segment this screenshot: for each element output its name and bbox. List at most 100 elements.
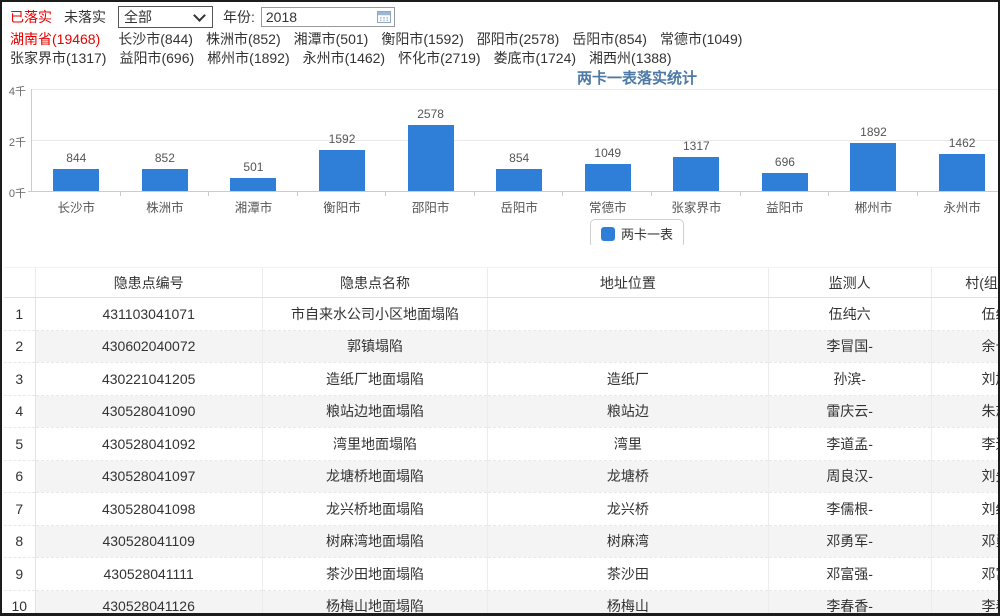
table-cell: 430528041098 (35, 493, 262, 526)
legend-label: 两卡一表 (621, 224, 673, 243)
filter-select-value: 全部 (124, 7, 152, 27)
table-cell: 李儒根- (768, 493, 931, 526)
x-axis-category-label: 衡阳市 (298, 191, 387, 213)
year-input[interactable]: 2018 (261, 7, 395, 27)
column-header: 村(组)负责人 (931, 268, 998, 298)
x-axis-category-label: 株洲市 (121, 191, 210, 213)
table-cell (488, 298, 768, 331)
x-axis-labels: 长沙市株洲市湘潭市衡阳市邵阳市岳阳市常德市张家界市益阳市郴州市永州市怀化市娄底市… (32, 191, 998, 213)
table-row: 8430528041109树麻湾地面塌陷树麻湾邓勇军-邓勇军- (4, 525, 998, 558)
table-cell: 李道孟- (931, 428, 998, 461)
bar-cell: 1892 (829, 89, 918, 191)
x-axis-category-label: 岳阳市 (475, 191, 564, 213)
table-cell: 树麻湾 (488, 525, 768, 558)
tab-implemented[interactable]: 已落实 (10, 7, 52, 27)
column-header (4, 268, 35, 298)
filter-select[interactable]: 全部 (118, 6, 213, 28)
table-cell: 李道孟- (768, 428, 931, 461)
bar-value-label: 852 (121, 151, 210, 165)
region-link[interactable]: 邵阳市(2578) (477, 29, 559, 49)
table-cell: 市自来水公司小区地面塌陷 (262, 298, 487, 331)
bar-cell: 854 (475, 89, 564, 191)
toolbar: 已落实 未落实 全部 年份: 2018 (10, 5, 998, 29)
table-cell: 430528041109 (35, 525, 262, 558)
region-link[interactable]: 娄底市(1724) (494, 48, 576, 68)
table-row: 3430221041205造纸厂地面塌陷造纸厂孙滨-刘旭花- (4, 363, 998, 396)
bar (53, 169, 99, 191)
chevron-down-icon (193, 9, 206, 22)
table-cell: 孙滨- (768, 363, 931, 396)
row-number: 2 (4, 330, 35, 363)
legend-area: 两卡一表 (2, 219, 998, 245)
region-link[interactable]: 湘西州(1388) (589, 48, 671, 68)
table-cell: 郭镇塌陷 (262, 330, 487, 363)
table-cell: 龙兴桥 (488, 493, 768, 526)
row-number: 10 (4, 590, 35, 616)
table-cell: 430528041092 (35, 428, 262, 461)
bar (850, 143, 896, 191)
bar-value-label: 844 (32, 151, 121, 165)
calendar-icon[interactable] (377, 10, 391, 24)
region-link[interactable]: 郴州市(1892) (207, 48, 289, 68)
y-axis-tick-label: 0千 (2, 185, 26, 201)
table-cell: 余长斌- (931, 330, 998, 363)
table-row: 1431103041071市自来水公司小区地面塌陷伍纯六伍纯六- (4, 298, 998, 331)
table-cell: 邓富强- (931, 558, 998, 591)
table-cell: 杨梅山 (488, 590, 768, 616)
table-cell: 李春香- (768, 590, 931, 616)
bar-cell: 844 (32, 89, 121, 191)
table-cell: 430602040072 (35, 330, 262, 363)
table-cell: 刘先柱- (931, 460, 998, 493)
region-link-province[interactable]: 湖南省(19468) (10, 29, 100, 49)
table-cell: 李冒国- (768, 330, 931, 363)
table-cell: 430528041090 (35, 395, 262, 428)
table-row: 6430528041097龙塘桥地面塌陷龙塘桥周良汉-刘先柱- (4, 460, 998, 493)
bar (408, 125, 454, 191)
table-cell: 430528041126 (35, 590, 262, 616)
x-axis-category-label: 永州市 (918, 191, 998, 213)
bar-cell: 1317 (652, 89, 741, 191)
table-cell: 邓富强- (768, 558, 931, 591)
chart-bars: 8448525011592257885410491317696189214622… (32, 89, 998, 191)
x-axis-category-label: 长沙市 (32, 191, 121, 213)
tab-not-implemented[interactable]: 未落实 (64, 7, 106, 27)
region-link[interactable]: 长沙市(844) (118, 29, 193, 49)
column-header: 地址位置 (488, 268, 768, 298)
bar (319, 150, 365, 191)
bar-value-label: 696 (741, 155, 830, 169)
table-cell: 粮站边 (488, 395, 768, 428)
table-row: 9430528041111茶沙田地面塌陷茶沙田邓富强-邓富强- (4, 558, 998, 591)
table-cell: 树麻湾地面塌陷 (262, 525, 487, 558)
y-axis-tick-label: 2千 (2, 134, 26, 150)
bar-value-label: 1049 (563, 146, 652, 160)
x-axis-category-label: 常德市 (563, 191, 652, 213)
region-link[interactable]: 衡阳市(1592) (381, 29, 463, 49)
bar-cell: 852 (121, 89, 210, 191)
table-cell (488, 330, 768, 363)
bar (585, 164, 631, 191)
region-links-row2: 张家界市(1317) 益阳市(696) 郴州市(1892) 永州市(1462) 怀化市(… (10, 48, 998, 67)
chart-plot: 4千2千0千 844852501159225788541049131769618… (2, 89, 998, 191)
region-link[interactable]: 株洲市(852) (206, 29, 281, 49)
legend-item[interactable]: 两卡一表 (590, 219, 684, 245)
region-link[interactable]: 岳阳市(854) (572, 29, 647, 49)
region-link[interactable]: 常德市(1049) (660, 29, 742, 49)
region-link[interactable]: 湘潭市(501) (294, 29, 369, 49)
bar (230, 178, 276, 191)
bar-value-label: 1892 (829, 125, 918, 139)
table-cell: 邓勇军- (931, 525, 998, 558)
bar-value-label: 501 (209, 160, 298, 174)
year-value: 2018 (266, 9, 297, 25)
region-link[interactable]: 益阳市(696) (119, 48, 194, 68)
region-link[interactable]: 张家界市(1317) (10, 48, 106, 68)
region-link[interactable]: 怀化市(2719) (398, 48, 480, 68)
table-cell: 李春香- (931, 590, 998, 616)
table-row: 5430528041092湾里地面塌陷湾里李道孟-李道孟- (4, 428, 998, 461)
region-link[interactable]: 永州市(1462) (303, 48, 385, 68)
table-cell: 伍纯六- (931, 298, 998, 331)
row-number: 6 (4, 460, 35, 493)
row-number: 5 (4, 428, 35, 461)
table-cell: 刘绍举- (931, 493, 998, 526)
column-header: 监测人 (768, 268, 931, 298)
x-axis-category-label: 郴州市 (829, 191, 918, 213)
